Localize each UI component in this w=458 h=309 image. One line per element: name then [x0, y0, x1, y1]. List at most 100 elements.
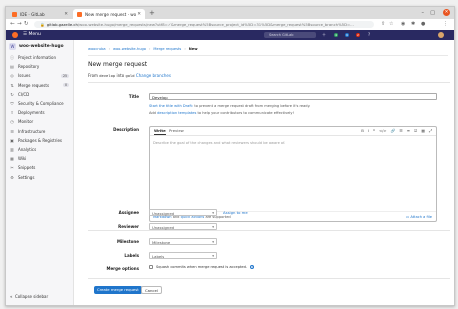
share-icon[interactable]: ⇪ — [381, 21, 385, 28]
chevron-down-icon: ▾ — [212, 211, 214, 215]
lock-icon: 🔒 — [40, 22, 45, 27]
sidebar-item-project-information[interactable]: ⓘ Project information — [9, 54, 69, 61]
change-branches-link[interactable]: Change branches — [136, 73, 171, 78]
cancel-button[interactable]: Cancel — [141, 286, 162, 294]
quote-icon[interactable]: ❝ — [373, 128, 375, 134]
bookmark-star-icon[interactable]: ☆ — [389, 21, 393, 28]
project-header[interactable]: W woo-website-hugo — [9, 43, 64, 50]
reviewer-select[interactable]: Unassigned ▾ — [149, 223, 217, 230]
sidebar-item-issues[interactable]: ◎ Issues 25 — [9, 72, 69, 79]
sidebar-item-label: Analytics — [18, 147, 37, 152]
tab-write[interactable]: Write — [154, 128, 166, 135]
new-tab-button[interactable]: + — [149, 9, 155, 18]
attach-file-button[interactable]: ▭ Attach a file — [406, 215, 432, 219]
tab-title: IDE · GitLab — [20, 11, 45, 17]
reload-icon[interactable]: ↻ — [24, 21, 29, 28]
menu-button[interactable]: ☰ Menu — [23, 31, 41, 39]
sidebar-item-label: Project information — [18, 55, 57, 60]
sidebar-item-icon: ◎ — [10, 73, 14, 79]
tab-title: New merge request · wo — [85, 11, 137, 17]
sidebar-item-wiki[interactable]: ▦ Wiki — [9, 155, 69, 162]
sidebar-item-infrastructure[interactable]: ☰ Infrastructure — [9, 128, 69, 135]
title-input[interactable]: Develop — [149, 93, 437, 100]
assignee-select[interactable]: Unassigned ▾ — [149, 209, 217, 216]
profile-icon[interactable]: ● — [421, 21, 425, 28]
tab-bar: IDE · GitLab ✕ New merge request · wo ✕ … — [6, 7, 454, 19]
editor-tabs: Write Preview B I ❝ </> 🔗 ☰ ≡ ☑ ▦ ⤢ — [150, 127, 436, 136]
sidebar-item-deployments[interactable]: ⇪ Deployments — [9, 109, 69, 116]
description-textarea[interactable]: Describe the goal of the changes and wha… — [153, 141, 285, 145]
help-icon[interactable]: ? — [250, 265, 255, 269]
table-icon[interactable]: ▦ — [421, 128, 425, 134]
close-window-icon[interactable]: ✕ — [443, 9, 450, 16]
chevron-down-icon: ▾ — [212, 254, 214, 258]
squash-checkbox[interactable] — [149, 265, 153, 269]
template-help: Add description templates to help your c… — [149, 111, 294, 115]
numbered-list-icon[interactable]: ≡ — [407, 128, 410, 134]
gitlab-logo-icon[interactable] — [12, 32, 18, 38]
sidebar-item-icon: ◷ — [10, 119, 14, 125]
maximize-icon[interactable]: □ — [430, 10, 435, 16]
extensions-puzzle-icon[interactable]: ✱ — [411, 21, 415, 28]
task-list-icon[interactable]: ☑ — [414, 128, 417, 134]
bold-icon[interactable]: B — [361, 128, 364, 134]
assign-to-me-link[interactable]: Assign to me — [223, 210, 248, 215]
sidebar-item-ci-cd[interactable]: ↻ CI/CD — [9, 91, 69, 98]
sidebar-item-label: Repository — [18, 64, 40, 70]
labels-label: Labels — [124, 253, 139, 258]
create-merge-request-button[interactable]: Create merge request — [94, 286, 142, 294]
fullscreen-icon[interactable]: ⤢ — [429, 128, 432, 134]
search-input[interactable]: Search GitLab — [264, 32, 316, 38]
close-tab-icon[interactable]: ✕ — [137, 12, 141, 17]
close-tab-icon[interactable]: ✕ — [64, 12, 68, 17]
milestone-value: Milestone — [152, 240, 171, 245]
labels-select[interactable]: Labels ▾ — [149, 252, 217, 259]
sidebar-item-merge-requests[interactable]: ⇅ Merge requests 0 — [9, 82, 69, 89]
breadcrumb-merge-requests[interactable]: Merge requests — [153, 47, 181, 51]
code-icon[interactable]: </> — [379, 128, 387, 134]
sidebar-item-security-compliance[interactable]: ⛉ Security & Compliance — [9, 100, 69, 107]
sidebar-item-settings[interactable]: ⚙ Settings — [9, 174, 69, 181]
user-avatar[interactable] — [438, 32, 444, 38]
tab-preview[interactable]: Preview — [169, 128, 184, 134]
divider — [88, 55, 448, 56]
menu-label: Menu — [28, 32, 41, 37]
title-label: Title — [128, 94, 139, 99]
browser-menu-icon[interactable]: ⋮ — [443, 21, 448, 28]
sidebar-item-snippets[interactable]: ✂ Snippets — [9, 164, 69, 171]
draft-help-link[interactable]: Start the title with Draft: — [149, 104, 193, 108]
assignee-value: Unassigned — [152, 211, 175, 216]
plus-icon[interactable]: ＋ — [322, 32, 326, 38]
minimize-icon[interactable]: – — [422, 10, 425, 16]
breadcrumb-project[interactable]: woo-website-hugo — [113, 47, 146, 51]
italic-icon[interactable]: I — [368, 128, 369, 134]
back-icon[interactable]: ← — [10, 21, 15, 28]
help-icon[interactable]: ? — [368, 32, 370, 38]
sidebar-item-analytics[interactable]: ▥ Analytics — [9, 146, 69, 153]
forward-icon[interactable]: → — [17, 21, 22, 28]
milestone-select[interactable]: Milestone ▾ — [149, 238, 217, 245]
browser-tab-new-merge-request[interactable]: New merge request · wo ✕ — [73, 9, 145, 19]
bullet-list-icon[interactable]: ☰ — [399, 128, 402, 134]
sidebar-item-monitor[interactable]: ◷ Monitor — [9, 118, 69, 125]
sidebar-item-label: Security & Compliance — [18, 101, 64, 106]
browser-tab-ide[interactable]: IDE · GitLab ✕ — [8, 9, 72, 19]
issues-badge[interactable]: 4 — [334, 33, 338, 37]
collapse-sidebar-button[interactable]: « Collapse sidebar — [10, 294, 48, 299]
gitlab-favicon-icon — [12, 11, 17, 17]
address-bar[interactable]: 🔒 gitlab.gazelle.ch/woo-website-hugo/merg… — [34, 21, 374, 28]
sidebar-item-icon: ▦ — [10, 156, 14, 162]
breadcrumb-group[interactable]: woocruba — [88, 47, 106, 51]
link-icon[interactable]: 🔗 — [391, 128, 396, 134]
description-templates-link[interactable]: description templates — [157, 111, 196, 115]
merge-requests-badge[interactable]: 9 — [345, 33, 349, 37]
breadcrumb-current: New — [188, 47, 198, 51]
todos-badge[interactable]: 2 — [356, 33, 360, 37]
template-help-text: to help your contributors to communicate… — [196, 111, 294, 115]
extension-icon[interactable]: ◉ — [401, 21, 405, 28]
sidebar-item-packages-registries[interactable]: ▣ Packages & Registries — [9, 137, 69, 144]
gitlab-header: ☰ Menu Search GitLab ＋ 4 9 2 ? — [6, 30, 454, 40]
sidebar-item-repository[interactable]: ▤ Repository — [9, 63, 69, 70]
sidebar-item-label: Packages & Registries — [18, 137, 62, 143]
sidebar-item-icon: ⚙ — [10, 174, 14, 180]
